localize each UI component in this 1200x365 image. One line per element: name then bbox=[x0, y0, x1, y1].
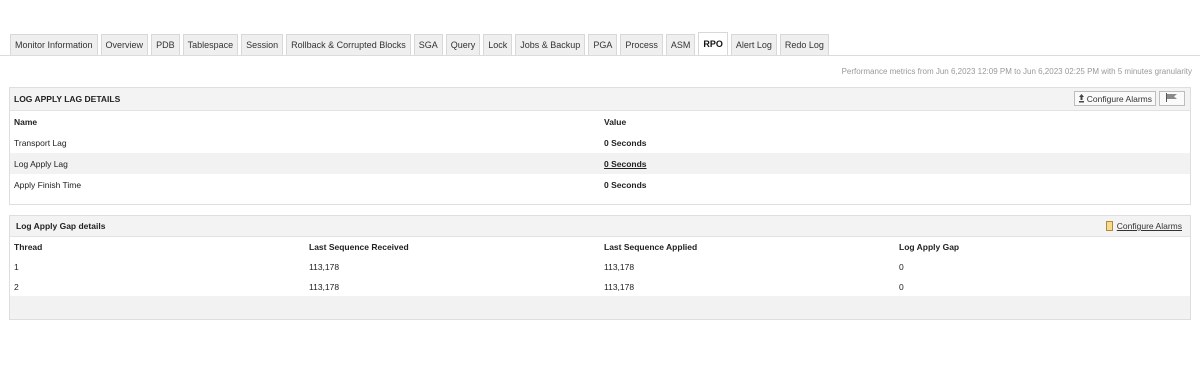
name-column-header: Name bbox=[14, 116, 38, 127]
log-apply-gap-table: Thread Last Sequence Received Last Seque… bbox=[10, 237, 1190, 297]
row-value: 0 Seconds bbox=[604, 179, 647, 190]
panel-title: LOG APPLY LAG DETAILS bbox=[14, 94, 121, 104]
flag-button[interactable] bbox=[1159, 91, 1185, 106]
table-row: 1 113,178 113,178 0 bbox=[10, 257, 1190, 277]
tab-query[interactable]: Query bbox=[445, 34, 481, 55]
log-apply-gap-header: Log Apply Gap details Configure Alarms bbox=[10, 216, 1190, 237]
log-apply-gap-panel: Log Apply Gap details Configure Alarms T… bbox=[9, 215, 1191, 320]
thread-cell: 2 bbox=[14, 282, 19, 292]
log-apply-lag-panel: LOG APPLY LAG DETAILS Configure Alarms N… bbox=[9, 87, 1191, 205]
table-header-row: Name Value bbox=[10, 111, 1190, 132]
configure-alarms-link[interactable]: Configure Alarms bbox=[1105, 221, 1182, 231]
tab-alert-log[interactable]: Alert Log bbox=[730, 34, 777, 55]
tab-redo-log[interactable]: Redo Log bbox=[779, 34, 829, 55]
tab-rollback-corrupted-blocks[interactable]: Rollback & Corrupted Blocks bbox=[286, 34, 411, 55]
tab-pga[interactable]: PGA bbox=[588, 34, 618, 55]
table-row: 2 113,178 113,178 0 bbox=[10, 277, 1190, 297]
configure-alarms-label: Configure Alarms bbox=[1086, 93, 1152, 104]
panel-title: Log Apply Gap details bbox=[16, 221, 106, 231]
tab-lock[interactable]: Lock bbox=[483, 34, 513, 55]
table-row: Transport Lag 0 Seconds bbox=[10, 132, 1190, 153]
row-value-cell: 0 Seconds bbox=[600, 153, 1190, 174]
row-name: Apply Finish Time bbox=[14, 179, 82, 190]
row-name: Transport Lag bbox=[14, 137, 67, 148]
table-row: Log Apply Lag 0 Seconds bbox=[10, 153, 1190, 174]
applied-column-header: Last Sequence Applied bbox=[604, 242, 698, 252]
log-apply-lag-table: Name Value Transport Lag 0 Seconds Log A… bbox=[10, 111, 1190, 195]
table-row: Apply Finish Time 0 Seconds bbox=[10, 174, 1190, 195]
table-footer bbox=[10, 296, 1190, 319]
tab-monitor-information[interactable]: Monitor Information bbox=[10, 34, 98, 55]
performance-metrics-note: Performance metrics from Jun 6,2023 12:0… bbox=[841, 67, 1192, 76]
log-apply-lag-link[interactable]: 0 Seconds bbox=[604, 159, 647, 169]
tab-asm[interactable]: ASM bbox=[665, 34, 696, 55]
alarm-icon bbox=[1078, 94, 1085, 103]
received-cell: 113,178 bbox=[309, 262, 340, 272]
thread-cell: 1 bbox=[14, 262, 19, 272]
tab-process[interactable]: Process bbox=[620, 34, 663, 55]
applied-cell: 113,178 bbox=[604, 262, 635, 272]
tab-sga[interactable]: SGA bbox=[413, 34, 443, 55]
flag-icon bbox=[1165, 93, 1179, 104]
tab-session[interactable]: Session bbox=[241, 34, 284, 55]
gap-column-header: Log Apply Gap bbox=[899, 242, 960, 252]
gap-cell: 0 bbox=[899, 262, 904, 272]
applied-cell: 113,178 bbox=[604, 282, 635, 292]
thread-column-header: Thread bbox=[14, 242, 43, 252]
alarm-icon bbox=[1105, 221, 1113, 231]
row-name: Log Apply Lag bbox=[10, 153, 600, 174]
gap-cell: 0 bbox=[899, 282, 904, 292]
tab-pdb[interactable]: PDB bbox=[151, 34, 180, 55]
configure-alarms-button[interactable]: Configure Alarms bbox=[1073, 91, 1156, 106]
tab-overview[interactable]: Overview bbox=[100, 34, 149, 55]
received-column-header: Last Sequence Received bbox=[309, 242, 409, 252]
configure-alarms-label: Configure Alarms bbox=[1116, 221, 1182, 231]
row-value: 0 Seconds bbox=[604, 137, 647, 148]
tab-bar: Monitor Information Overview PDB Tablesp… bbox=[10, 32, 832, 55]
tabbar-divider bbox=[0, 55, 1200, 56]
tab-jobs-backup[interactable]: Jobs & Backup bbox=[515, 34, 586, 55]
received-cell: 113,178 bbox=[309, 282, 340, 292]
tab-rpo[interactable]: RPO bbox=[698, 32, 728, 55]
table-header-row: Thread Last Sequence Received Last Seque… bbox=[10, 237, 1190, 257]
value-column-header: Value bbox=[604, 116, 627, 127]
log-apply-lag-header: LOG APPLY LAG DETAILS Configure Alarms bbox=[10, 88, 1190, 111]
tab-tablespace[interactable]: Tablespace bbox=[182, 34, 239, 55]
